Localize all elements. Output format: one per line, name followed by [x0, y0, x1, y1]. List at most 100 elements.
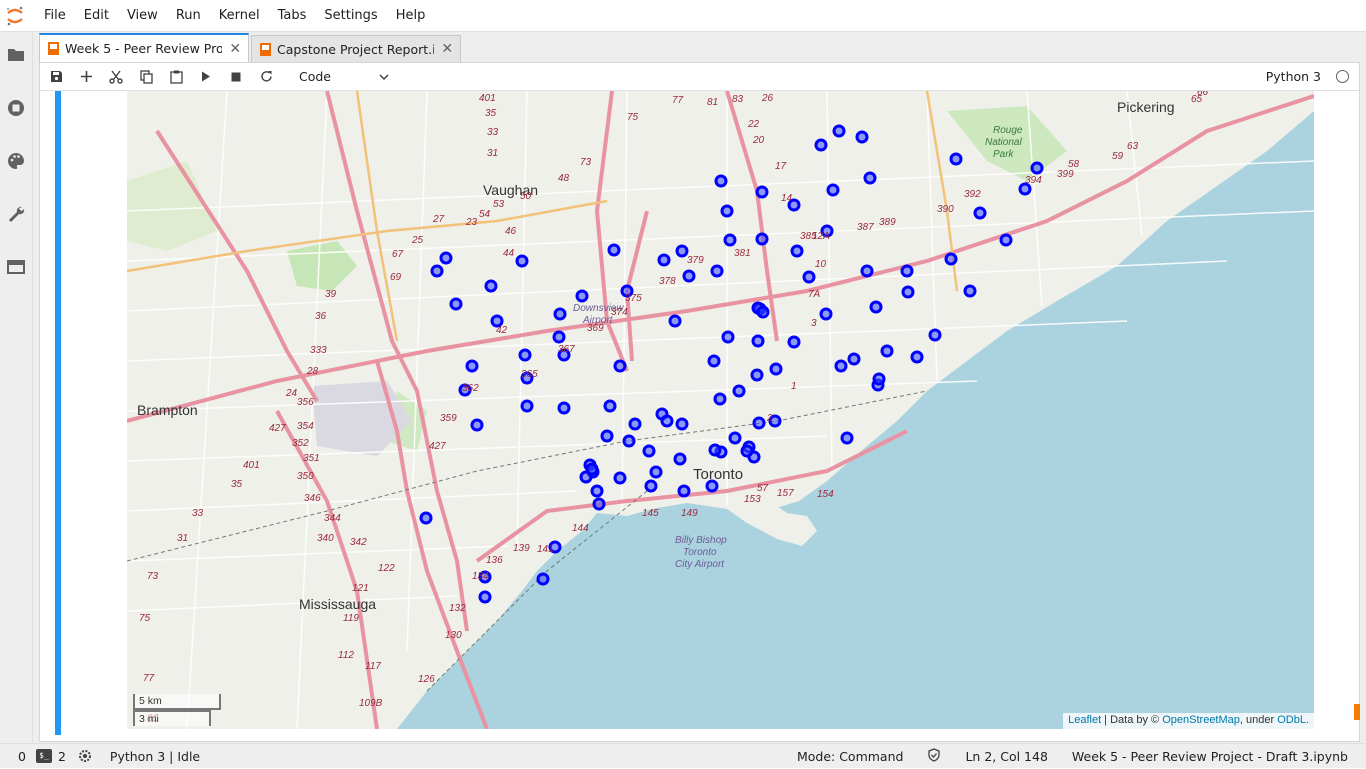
map-marker[interactable]	[575, 289, 589, 303]
paste-icon[interactable]	[161, 63, 191, 91]
menu-edit[interactable]: Edit	[75, 0, 118, 32]
kernel-name[interactable]: Python 3	[1266, 63, 1321, 91]
map-marker[interactable]	[910, 350, 924, 364]
map-marker[interactable]	[628, 417, 642, 431]
map-marker[interactable]	[802, 270, 816, 284]
map-marker[interactable]	[832, 124, 846, 138]
map-marker[interactable]	[613, 471, 627, 485]
cell-type-dropdown[interactable]: Code	[295, 67, 393, 87]
map-marker[interactable]	[449, 297, 463, 311]
map-marker[interactable]	[668, 314, 682, 328]
leaflet-link[interactable]: Leaflet	[1068, 714, 1101, 726]
map-marker[interactable]	[607, 243, 621, 257]
map-marker[interactable]	[949, 152, 963, 166]
map-marker[interactable]	[515, 254, 529, 268]
menu-view[interactable]: View	[118, 0, 167, 32]
map-marker[interactable]	[419, 511, 433, 525]
map-marker[interactable]	[518, 348, 532, 362]
cursor-position[interactable]: Ln 2, Col 148	[965, 749, 1047, 764]
map-marker[interactable]	[649, 465, 663, 479]
map-marker[interactable]	[707, 354, 721, 368]
wrench-icon[interactable]	[6, 204, 26, 224]
menu-tabs[interactable]: Tabs	[269, 0, 316, 32]
map-marker[interactable]	[750, 368, 764, 382]
leaflet-map[interactable]: Vaughan Pickering Brampton Toronto Missi…	[127, 91, 1314, 729]
map-marker[interactable]	[720, 204, 734, 218]
kernel-status-text[interactable]: Python 3 | Idle	[110, 749, 200, 764]
map-marker[interactable]	[478, 590, 492, 604]
map-marker[interactable]	[728, 431, 742, 445]
map-marker[interactable]	[847, 352, 861, 366]
odbl-link[interactable]: ODbL.	[1277, 714, 1309, 726]
map-marker[interactable]	[900, 264, 914, 278]
map-marker[interactable]	[721, 330, 735, 344]
map-marker[interactable]	[439, 251, 453, 265]
map-marker[interactable]	[675, 417, 689, 431]
add-icon[interactable]	[71, 63, 101, 91]
map-marker[interactable]	[520, 399, 534, 413]
map-marker[interactable]	[751, 334, 765, 348]
map-marker[interactable]	[944, 252, 958, 266]
map-marker[interactable]	[840, 431, 854, 445]
map-marker[interactable]	[963, 284, 977, 298]
close-icon[interactable]: ✕	[440, 41, 454, 57]
map-marker[interactable]	[660, 414, 674, 428]
map-marker[interactable]	[928, 328, 942, 342]
map-marker[interactable]	[732, 384, 746, 398]
cut-icon[interactable]	[101, 63, 131, 91]
map-marker[interactable]	[787, 335, 801, 349]
menu-settings[interactable]: Settings	[315, 0, 386, 32]
map-marker[interactable]	[869, 300, 883, 314]
tabs-icon[interactable]	[6, 257, 26, 277]
menu-file[interactable]: File	[30, 0, 75, 32]
map-marker[interactable]	[723, 233, 737, 247]
map-marker[interactable]	[901, 285, 915, 299]
map-marker[interactable]	[863, 171, 877, 185]
map-marker[interactable]	[553, 307, 567, 321]
map-marker[interactable]	[826, 183, 840, 197]
map-marker[interactable]	[536, 572, 550, 586]
map-marker[interactable]	[756, 305, 770, 319]
map-marker[interactable]	[682, 269, 696, 283]
map-marker[interactable]	[484, 279, 498, 293]
map-marker[interactable]	[708, 443, 722, 457]
osm-link[interactable]: OpenStreetMap	[1162, 714, 1240, 726]
tab-week5-notebook[interactable]: Week 5 - Peer Review Proje ✕	[39, 33, 249, 62]
menu-run[interactable]: Run	[167, 0, 210, 32]
jupyter-logo-icon[interactable]	[0, 0, 30, 32]
map-marker[interactable]	[657, 253, 671, 267]
close-icon[interactable]: ✕	[228, 41, 242, 57]
map-tiles[interactable]: Vaughan Pickering Brampton Toronto Missi…	[127, 91, 1314, 729]
map-marker[interactable]	[872, 372, 886, 386]
kernel-gear-icon[interactable]	[78, 749, 92, 763]
map-marker[interactable]	[622, 434, 636, 448]
map-marker[interactable]	[769, 362, 783, 376]
map-marker[interactable]	[834, 359, 848, 373]
map-marker[interactable]	[860, 264, 874, 278]
map-marker[interactable]	[552, 330, 566, 344]
map-marker[interactable]	[880, 344, 894, 358]
map-marker[interactable]	[819, 307, 833, 321]
map-marker[interactable]	[644, 479, 658, 493]
map-marker[interactable]	[613, 359, 627, 373]
map-marker[interactable]	[752, 416, 766, 430]
menu-kernel[interactable]: Kernel	[210, 0, 269, 32]
map-marker[interactable]	[673, 452, 687, 466]
map-marker[interactable]	[585, 462, 599, 476]
tab-capstone-report[interactable]: Capstone Project Report.ipy ✕	[251, 35, 461, 62]
map-marker[interactable]	[714, 174, 728, 188]
map-marker[interactable]	[790, 244, 804, 258]
map-marker[interactable]	[999, 233, 1013, 247]
map-marker[interactable]	[1030, 161, 1044, 175]
map-marker[interactable]	[600, 429, 614, 443]
folder-icon[interactable]	[6, 45, 26, 65]
running-kernels-icon[interactable]	[6, 98, 26, 118]
map-marker[interactable]	[677, 484, 691, 498]
cell-collapser[interactable]	[55, 91, 61, 735]
map-marker[interactable]	[603, 399, 617, 413]
map-marker[interactable]	[430, 264, 444, 278]
map-marker[interactable]	[642, 444, 656, 458]
map-marker[interactable]	[814, 138, 828, 152]
copy-icon[interactable]	[131, 63, 161, 91]
menu-help[interactable]: Help	[387, 0, 435, 32]
